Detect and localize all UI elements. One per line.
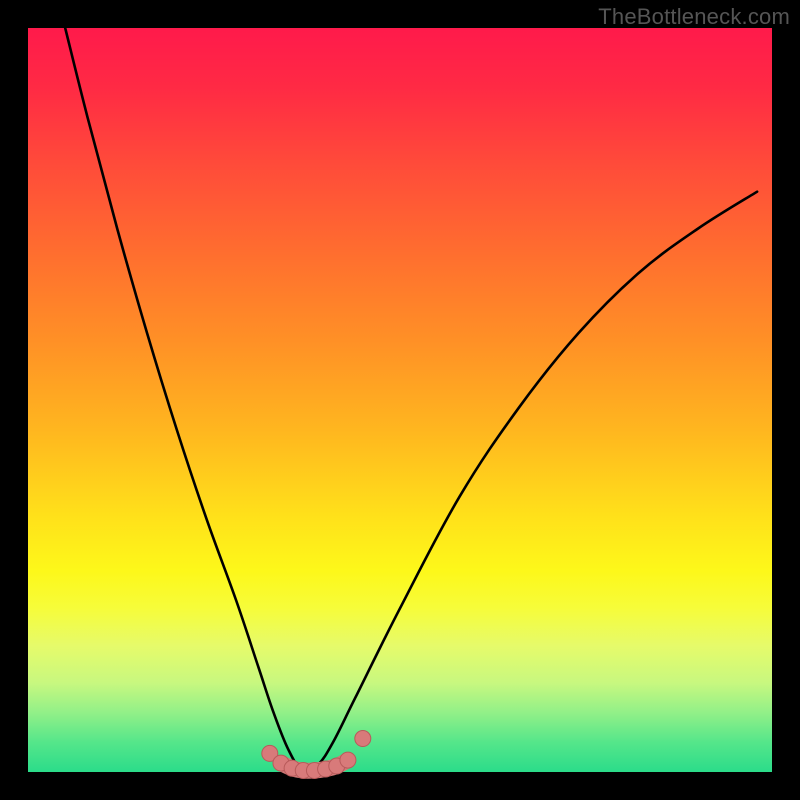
marker-dot [355, 731, 371, 747]
bottleneck-curve [65, 28, 757, 773]
curve-layer [28, 28, 772, 772]
chart-frame: TheBottleneck.com [0, 0, 800, 800]
plot-area [28, 28, 772, 772]
marker-dot [340, 752, 356, 768]
watermark-text: TheBottleneck.com [598, 4, 790, 30]
optimal-markers [262, 731, 371, 779]
